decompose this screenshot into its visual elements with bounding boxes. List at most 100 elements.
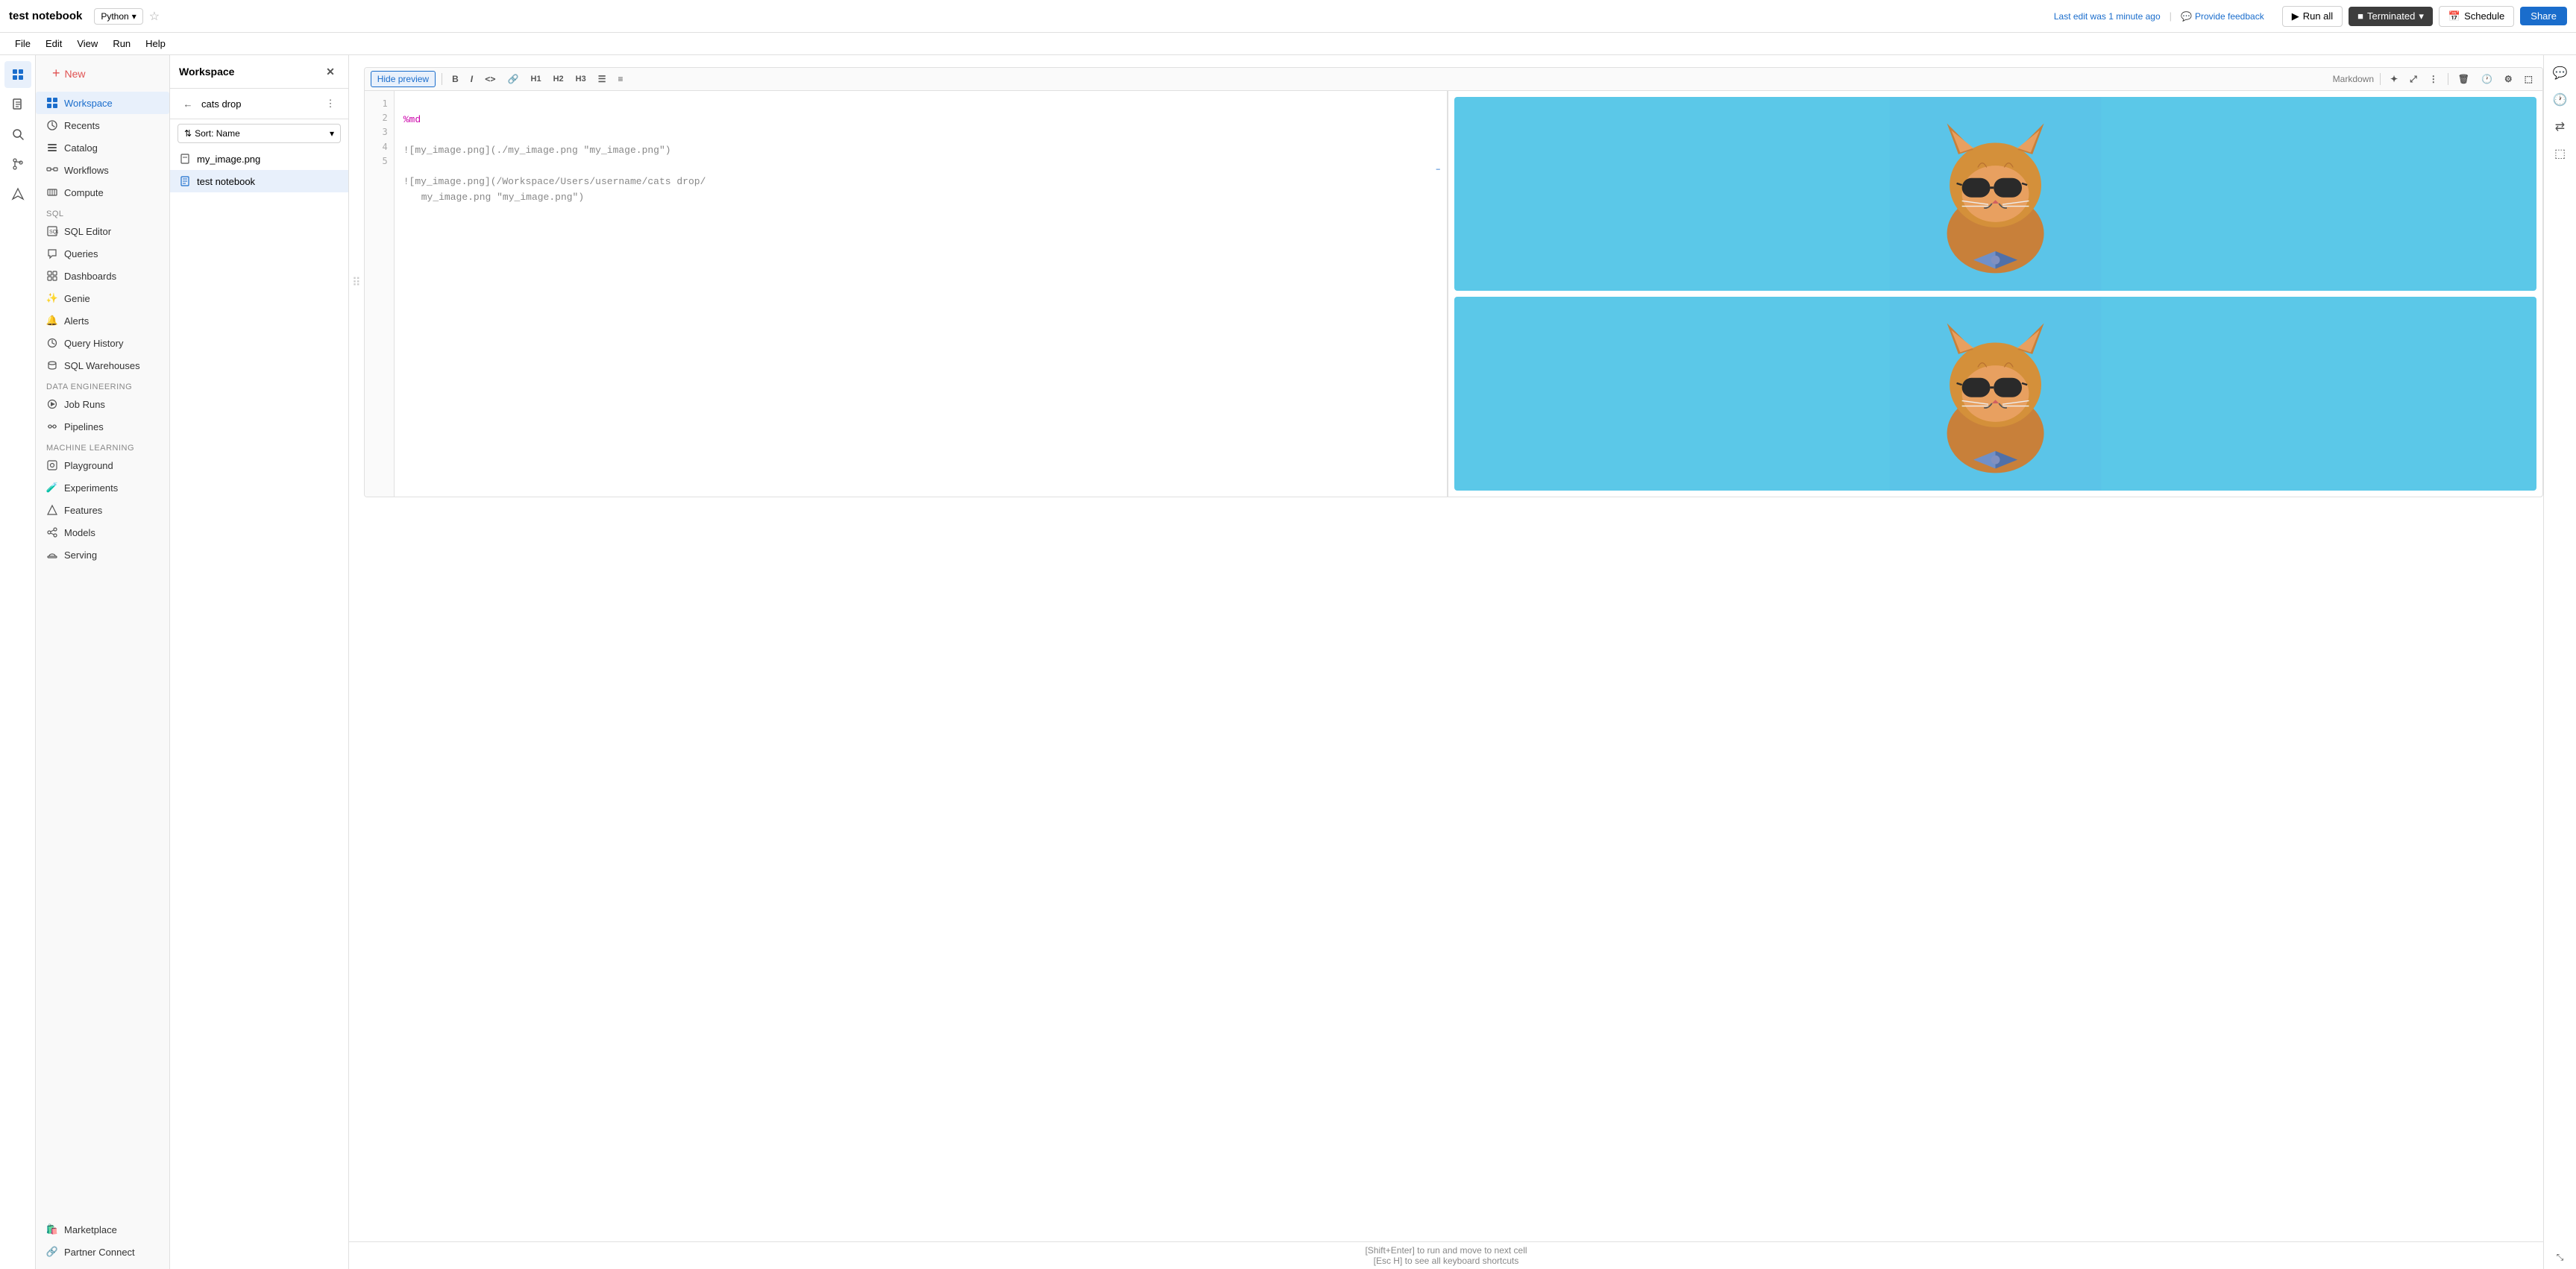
sidebar-item-queries[interactable]: Queries [36,242,169,265]
statusbar-line2: [Esc H] to see all keyboard shortcuts [361,1256,2531,1266]
numbered-list-button[interactable]: ≡ [614,72,626,86]
sql-warehouses-icon [46,359,58,371]
h3-button[interactable]: H3 [572,73,590,85]
sidebar-item-genie[interactable]: ✨ Genie [36,287,169,309]
notebook-icon [179,175,191,187]
settings-button[interactable]: ⚙ [2501,72,2516,86]
filebrowser-breadcrumb: ← cats drop ⋮ [170,89,348,119]
share-button[interactable]: Share [2520,7,2567,25]
sidebar-item-dashboards[interactable]: Dashboards [36,265,169,287]
sidebar-item-compute[interactable]: Compute [36,181,169,204]
link-button[interactable]: 🔗 [504,72,523,86]
partner-connect-icon: 🔗 [46,1246,58,1258]
experiments-icon: 🧪 [46,482,58,494]
sidebar-item-sql-editor[interactable]: SQL SQL Editor [36,220,169,242]
line-2: 2 [365,111,394,125]
schedule-button[interactable]: 📅 Schedule [2439,6,2514,27]
new-button[interactable]: + New [42,58,163,89]
magic-button[interactable]: ✦ [2387,72,2401,86]
chevron-down-icon: ▾ [2419,10,2424,22]
expand-right-button[interactable]: ⤡ [2548,1245,2572,1269]
queries-icon [46,248,58,259]
history-button[interactable]: 🕐 [2478,72,2496,86]
menu-help[interactable]: Help [139,35,172,52]
feedback-button[interactable]: 💬 Provide feedback [2181,11,2264,22]
fullscreen-button[interactable]: ⤢ [2406,72,2421,86]
svg-text:SQL: SQL [49,230,58,235]
filebrowser-item-test-notebook[interactable]: test notebook [170,170,348,192]
sidebar-item-sql-warehouses[interactable]: SQL Warehouses [36,354,169,377]
filebrowser: Workspace ✕ ← cats drop ⋮ ⇅ Sort: Name ▾… [170,55,349,1269]
sidebar-item-models[interactable]: Models [36,521,169,544]
serving-icon [46,549,58,561]
bold-button[interactable]: B [448,72,462,86]
cell-code-editor[interactable]: %md ![my_image.png](./my_image.png "my_i… [395,91,1447,497]
sidebar-item-experiments[interactable]: 🧪 Experiments [36,476,169,499]
stop-icon: ■ [2357,10,2363,22]
filebrowser-header-actions: ✕ [321,63,339,81]
delete-cell-button[interactable]: 🗑 [2454,72,2473,86]
sidebar-item-serving[interactable]: Serving [36,544,169,566]
list-button[interactable]: ☰ [594,72,610,86]
menu-run[interactable]: Run [107,35,136,52]
star-icon[interactable]: ☆ [149,9,160,24]
compute-icon [46,186,58,198]
more-button[interactable]: ⋮ [2425,72,2442,86]
sidebar-item-catalog[interactable]: Catalog [36,136,169,159]
sidebar-item-marketplace[interactable]: 🛍️ Marketplace [36,1218,169,1241]
library-button[interactable]: ⬚ [2521,72,2536,86]
h2-button[interactable]: H2 [550,73,568,85]
icon-strip-nav[interactable] [4,180,31,207]
back-button[interactable]: ← [179,95,197,113]
hide-preview-button[interactable]: Hide preview [371,71,436,87]
sidebar-item-recents[interactable]: Recents [36,114,169,136]
sidebar-item-features[interactable]: Features [36,499,169,521]
compare-right-button[interactable]: ⇄ [2548,115,2572,139]
icon-strip-workspace[interactable] [4,61,31,88]
icon-strip-files[interactable] [4,91,31,118]
chat-right-button[interactable]: 💬 [2548,61,2572,85]
more-options-button[interactable]: ⋮ [321,95,339,113]
run-all-button[interactable]: ▶ Run all [2282,6,2343,27]
filebrowser-header: Workspace ✕ [170,55,348,89]
sidebar-item-pipelines[interactable]: Pipelines [36,415,169,438]
sidebar-item-query-history[interactable]: Query History [36,332,169,354]
topbar-actions: ▶ Run all ■ Terminated ▾ 📅 Schedule Shar… [2282,6,2567,27]
cat-image-2 [1454,297,2536,491]
library-right-button[interactable]: ⬚ [2548,142,2572,166]
icon-strip-git[interactable] [4,151,31,177]
sql-section-label: SQL [36,204,169,220]
features-icon [46,504,58,516]
statusbar: [Shift+Enter] to run and move to next ce… [349,1241,2543,1269]
drag-handle[interactable]: ⠿ [349,67,364,497]
cell-container: ⠿ Hide preview B I <> 🔗 H1 H2 H [349,67,2543,497]
filebrowser-item-my-image[interactable]: my_image.png [170,148,348,170]
statusbar-line1: [Shift+Enter] to run and move to next ce… [361,1245,2531,1256]
icon-strip-search[interactable] [4,121,31,148]
filebrowser-title: Workspace [179,66,234,78]
sidebar-item-workflows[interactable]: Workflows [36,159,169,181]
terminated-button[interactable]: ■ Terminated ▾ [2349,7,2433,26]
language-button[interactable]: Python ▾ [94,8,142,25]
sidebar-item-job-runs[interactable]: Job Runs [36,393,169,415]
h1-button[interactable]: H1 [527,73,545,85]
menu-view[interactable]: View [71,35,104,52]
history-right-button[interactable]: 🕐 [2548,88,2572,112]
code-side: 1 2 3 4 5 %md ![my_image.png](./my_image… [365,91,1448,497]
sort-dropdown[interactable]: ⇅ Sort: Name ▾ [178,124,341,143]
chat-icon: 💬 [2181,11,2192,22]
last-edit-info[interactable]: Last edit was 1 minute ago [2054,11,2161,22]
italic-button[interactable]: I [467,72,477,86]
code-button[interactable]: <> [481,72,499,86]
sidebar-item-workspace[interactable]: Workspace [36,92,169,114]
sidebar-item-alerts[interactable]: 🔔 Alerts [36,309,169,332]
sidebar-item-playground[interactable]: Playground [36,454,169,476]
menu-edit[interactable]: Edit [40,35,68,52]
sidebar-item-partner-connect[interactable]: 🔗 Partner Connect [36,1241,169,1263]
dashboards-icon [46,270,58,282]
pipelines-icon [46,421,58,432]
close-filebrowser-button[interactable]: ✕ [321,63,339,81]
line-numbers: 1 2 3 4 5 [365,91,395,497]
models-icon [46,526,58,538]
menu-file[interactable]: File [9,35,37,52]
